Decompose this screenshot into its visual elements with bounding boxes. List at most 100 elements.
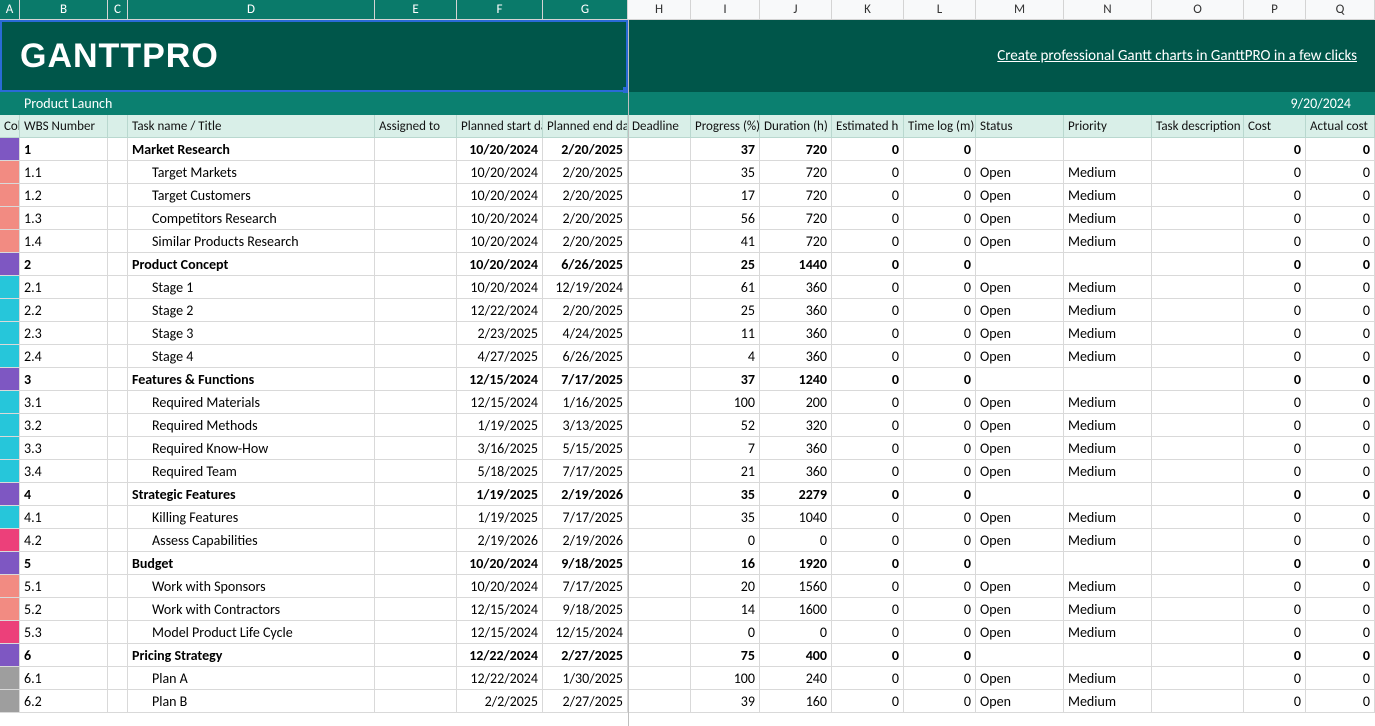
hdr-title[interactable]: Task name / Title [128,115,375,138]
status[interactable]: Open [976,184,1064,207]
duration[interactable]: 1240 [760,368,832,391]
cost[interactable]: 0 [1244,253,1306,276]
wbs-number[interactable]: 1.2 [20,184,108,207]
color-chip[interactable] [0,253,20,276]
estimated[interactable]: 0 [832,621,904,644]
table-row[interactable]: 2.3Stage 32/23/20254/24/20251136000OpenM… [0,322,1375,345]
priority[interactable]: Medium [1064,598,1152,621]
actual-cost[interactable]: 0 [1306,414,1375,437]
col-header-C[interactable]: C [108,0,128,19]
task-title[interactable]: Similar Products Research [128,230,375,253]
assigned-to[interactable] [375,230,457,253]
planned-start[interactable]: 10/20/2024 [457,138,543,161]
hdr-assigned[interactable]: Assigned to [375,115,457,138]
color-chip[interactable] [0,322,20,345]
duration[interactable]: 360 [760,322,832,345]
planned-start[interactable]: 12/22/2024 [457,667,543,690]
priority[interactable]: Medium [1064,667,1152,690]
priority[interactable] [1064,138,1152,161]
status[interactable]: Open [976,575,1064,598]
color-chip[interactable] [0,391,20,414]
col-header-O[interactable]: O [1152,0,1244,19]
table-row[interactable]: 6.1Plan A12/22/20241/30/202510024000Open… [0,667,1375,690]
cost[interactable]: 0 [1244,161,1306,184]
report-date[interactable]: 9/20/2024 [1286,92,1355,115]
hdr-cost[interactable]: Cost [1244,115,1306,138]
planned-end[interactable]: 12/19/2024 [543,276,628,299]
table-row[interactable]: 4.1Killing Features1/19/20257/17/2025351… [0,506,1375,529]
duration[interactable]: 720 [760,207,832,230]
planned-end[interactable]: 2/20/2025 [543,299,628,322]
progress[interactable]: 56 [691,207,760,230]
status[interactable]: Open [976,667,1064,690]
planned-end[interactable]: 7/17/2025 [543,460,628,483]
color-chip[interactable] [0,575,20,598]
priority[interactable]: Medium [1064,391,1152,414]
status[interactable]: Open [976,299,1064,322]
estimated[interactable]: 0 [832,575,904,598]
col-header-G[interactable]: G [543,0,628,19]
duration[interactable]: 360 [760,460,832,483]
status[interactable] [976,253,1064,276]
col-header-D[interactable]: D [128,0,375,19]
planned-start[interactable]: 10/20/2024 [457,276,543,299]
planned-end[interactable]: 3/13/2025 [543,414,628,437]
wbs-number[interactable]: 4 [20,483,108,506]
task-title[interactable]: Plan A [128,667,375,690]
assigned-to[interactable] [375,506,457,529]
table-row[interactable]: 6.2Plan B2/2/20252/27/20253916000OpenMed… [0,690,1375,713]
task-desc[interactable] [1152,644,1244,667]
assigned-to[interactable] [375,598,457,621]
wbs-number[interactable]: 5.3 [20,621,108,644]
actual-cost[interactable]: 0 [1306,345,1375,368]
planned-end[interactable]: 2/19/2026 [543,529,628,552]
wbs-number[interactable]: 2.2 [20,299,108,322]
task-title[interactable]: Features & Functions [128,368,375,391]
planned-start[interactable]: 12/15/2024 [457,391,543,414]
task-desc[interactable] [1152,690,1244,713]
task-desc[interactable] [1152,437,1244,460]
task-desc[interactable] [1152,667,1244,690]
deadline[interactable] [628,575,691,598]
actual-cost[interactable]: 0 [1306,161,1375,184]
timelog[interactable]: 0 [904,483,976,506]
priority[interactable] [1064,644,1152,667]
timelog[interactable]: 0 [904,575,976,598]
col-header-K[interactable]: K [832,0,904,19]
deadline[interactable] [628,621,691,644]
status[interactable]: Open [976,598,1064,621]
duration[interactable]: 1040 [760,506,832,529]
progress[interactable]: 17 [691,184,760,207]
duration[interactable]: 160 [760,690,832,713]
color-chip[interactable] [0,368,20,391]
task-title[interactable]: Product Concept [128,253,375,276]
deadline[interactable] [628,690,691,713]
assigned-to[interactable] [375,391,457,414]
wbs-number[interactable]: 3.1 [20,391,108,414]
color-chip[interactable] [0,276,20,299]
hdr-status[interactable]: Status [976,115,1064,138]
color-chip[interactable] [0,437,20,460]
duration[interactable]: 2279 [760,483,832,506]
color-chip[interactable] [0,161,20,184]
estimated[interactable]: 0 [832,506,904,529]
hdr-progress[interactable]: Progress (%) [691,115,760,138]
deadline[interactable] [628,598,691,621]
color-chip[interactable] [0,598,20,621]
timelog[interactable]: 0 [904,621,976,644]
col-header-L[interactable]: L [904,0,976,19]
priority[interactable]: Medium [1064,207,1152,230]
estimated[interactable]: 0 [832,138,904,161]
color-chip[interactable] [0,621,20,644]
timelog[interactable]: 0 [904,230,976,253]
deadline[interactable] [628,552,691,575]
duration[interactable]: 360 [760,437,832,460]
table-row[interactable]: 5.2Work with Contractors12/15/20249/18/2… [0,598,1375,621]
progress[interactable]: 75 [691,644,760,667]
assigned-to[interactable] [375,184,457,207]
planned-start[interactable]: 10/20/2024 [457,552,543,575]
deadline[interactable] [628,276,691,299]
cost[interactable]: 0 [1244,690,1306,713]
planned-end[interactable]: 2/20/2025 [543,230,628,253]
color-chip[interactable] [0,207,20,230]
